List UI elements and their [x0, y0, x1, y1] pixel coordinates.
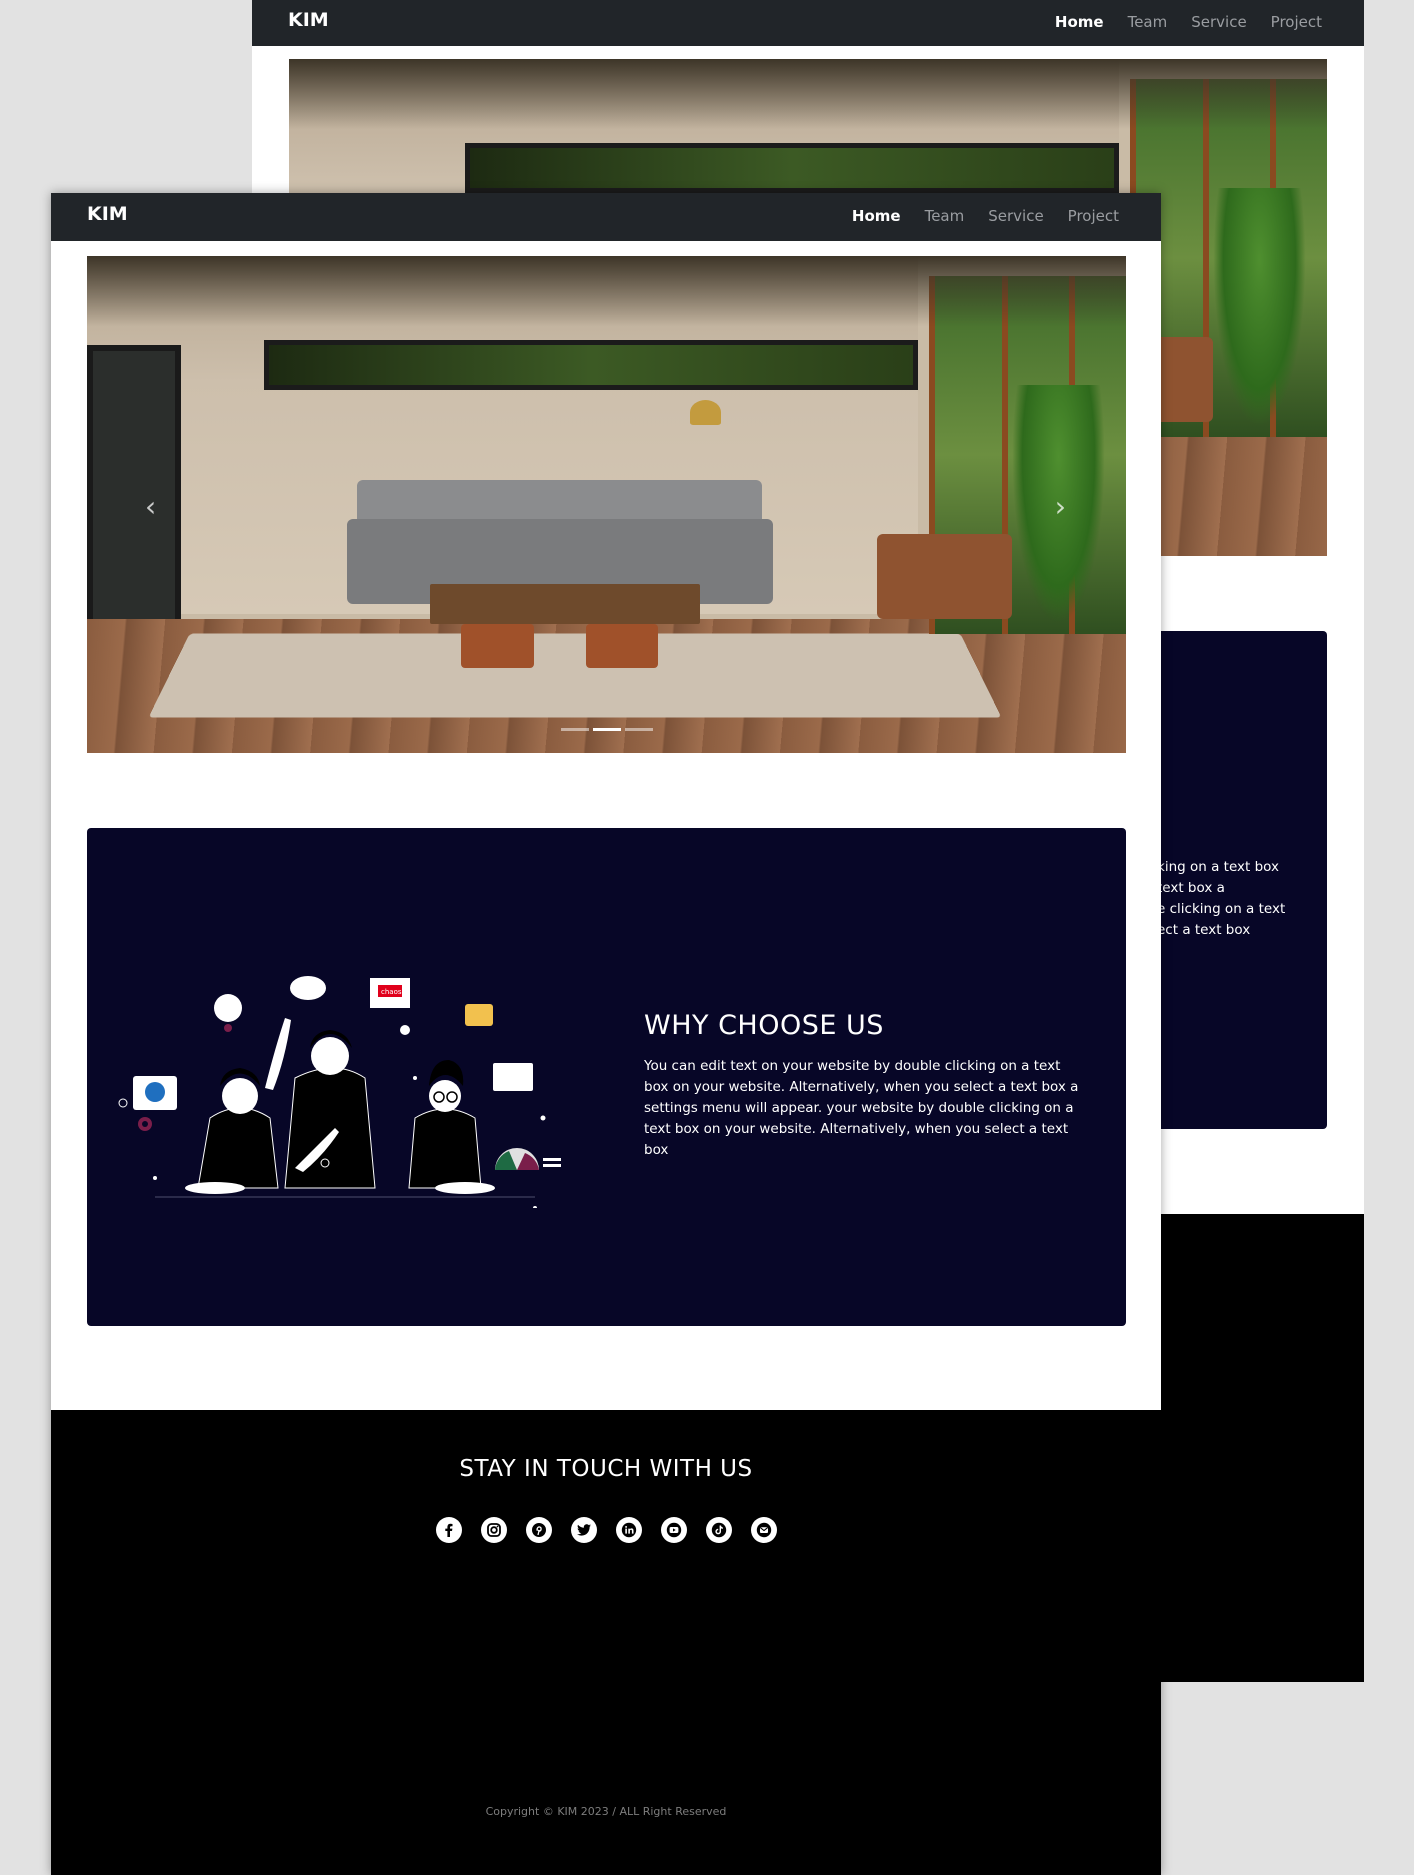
youtube-icon[interactable] [660, 1517, 687, 1543]
back-nav-links: Home Team Service Project [1031, 13, 1322, 31]
carousel-indicators [560, 728, 653, 731]
room-rug [148, 633, 1003, 718]
chaos-sign-text: chaos [381, 988, 402, 996]
back-why-line: e clicking on a text [1157, 901, 1286, 917]
chevron-left-icon[interactable]: ‹ [145, 490, 156, 523]
back-why-text: king on a text box text box a e clicking… [1157, 857, 1327, 941]
copyright-text: Copyright © KIM 2023 / ALL Right Reserve… [485, 1805, 727, 1818]
social-icons [51, 1517, 1161, 1543]
why-choose-us-section: chaos WHY CHOOSE US You can edit text on… [87, 828, 1126, 1326]
room-chair [876, 534, 1012, 619]
back-nav-project[interactable]: Project [1271, 13, 1322, 31]
room-ceiling [87, 256, 1126, 326]
nav-home[interactable]: Home [852, 207, 901, 225]
team-illustration: chaos [118, 976, 561, 1208]
room-ottoman [585, 623, 659, 669]
nav-team[interactable]: Team [925, 207, 965, 225]
back-nav-service[interactable]: Service [1191, 13, 1246, 31]
why-body: You can edit text on your website by dou… [644, 1058, 1079, 1158]
linkedin-icon[interactable] [615, 1517, 642, 1543]
room-ottoman [461, 623, 534, 669]
back-why-line: text box a [1157, 880, 1225, 896]
pinterest-icon[interactable] [525, 1517, 552, 1543]
facebook-icon[interactable] [435, 1517, 462, 1543]
room-top-window [465, 143, 1120, 194]
nav-service[interactable]: Service [988, 207, 1043, 225]
room-top-window [263, 340, 919, 391]
mail-icon[interactable] [750, 1517, 777, 1543]
back-nav-home[interactable]: Home [1055, 13, 1104, 31]
instagram-icon[interactable] [480, 1517, 507, 1543]
back-brand-logo[interactable]: KIM [288, 9, 329, 31]
back-navbar: KIM Home Team Service Project [252, 0, 1364, 46]
footer-title: STAY IN TOUCH WITH US [459, 1456, 753, 1482]
carousel-indicator-3[interactable] [624, 728, 653, 731]
tiktok-icon[interactable] [705, 1517, 732, 1543]
back-nav-team[interactable]: Team [1128, 13, 1168, 31]
brand-logo[interactable]: KIM [87, 203, 128, 225]
twitter-icon[interactable] [570, 1517, 597, 1543]
carousel-indicator-1[interactable] [560, 728, 589, 731]
room-plant [1212, 188, 1307, 427]
back-why-line: ect a text box [1157, 922, 1251, 938]
room-door [87, 345, 181, 654]
chevron-right-icon[interactable]: › [1055, 490, 1066, 523]
back-why-line: king on a text box [1157, 859, 1279, 875]
footer: STAY IN TOUCH WITH US Copyright © KIM 20… [51, 1410, 1161, 1875]
navbar: KIM Home Team Service Project [51, 193, 1161, 241]
carousel-indicator-2[interactable] [592, 728, 621, 731]
room-ceiling [289, 59, 1327, 129]
room-lamp [689, 400, 721, 425]
front-page-screenshot: KIM Home Team Service Project ‹ › chaos … [51, 193, 1161, 1875]
nav-project[interactable]: Project [1068, 207, 1119, 225]
why-title: WHY CHOOSE US [644, 1010, 884, 1041]
nav-links: Home Team Service Project [828, 207, 1119, 225]
hero-carousel: ‹ › [87, 256, 1126, 753]
room-coffee-table [429, 584, 700, 624]
